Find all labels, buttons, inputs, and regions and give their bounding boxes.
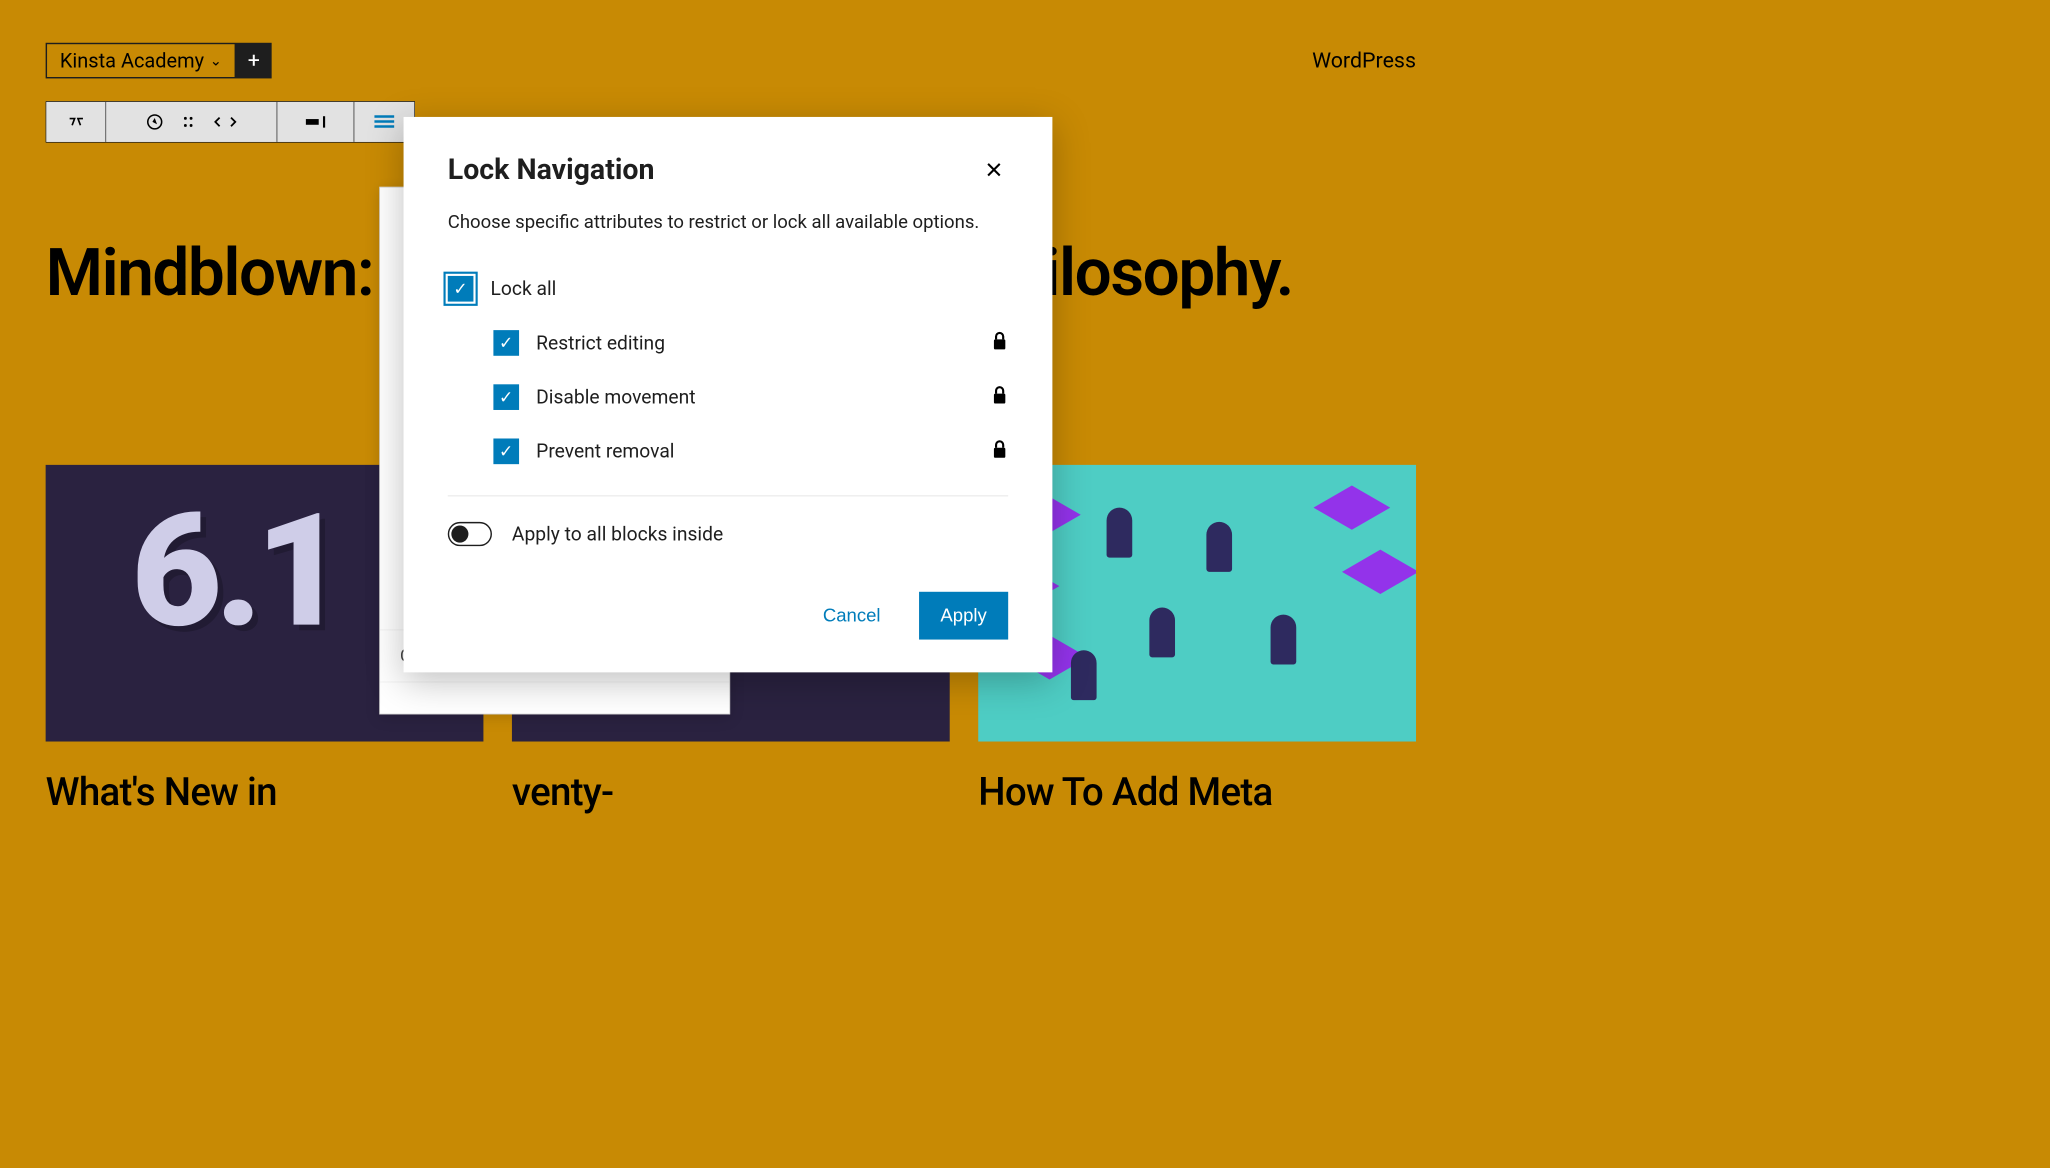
prevent-removal-checkbox[interactable]: ✓ xyxy=(493,438,519,464)
lock-all-label: Lock all xyxy=(491,277,557,300)
apply-inside-label: Apply to all blocks inside xyxy=(512,523,723,546)
toggle-knob xyxy=(451,525,468,542)
lock-options: ✓ Lock all ✓ Restrict editing ✓ Disa xyxy=(448,262,1008,479)
disable-movement-label: Disable movement xyxy=(536,386,695,409)
lock-all-checkbox[interactable]: ✓ xyxy=(448,276,474,302)
lock-modal: Lock Navigation Choose specific attribut… xyxy=(404,117,1053,672)
lock-icon xyxy=(991,439,1008,464)
apply-button[interactable]: Apply xyxy=(919,592,1008,640)
modal-title: Lock Navigation xyxy=(448,153,655,187)
close-icon xyxy=(984,159,1004,179)
modal-description: Choose specific attributes to restrict o… xyxy=(448,212,1008,233)
apply-inside-toggle[interactable] xyxy=(448,522,492,546)
prevent-removal-label: Prevent removal xyxy=(536,440,674,463)
lock-icon xyxy=(991,385,1008,410)
divider xyxy=(448,496,1008,497)
disable-movement-checkbox[interactable]: ✓ xyxy=(493,384,519,410)
close-button[interactable] xyxy=(980,155,1009,184)
restrict-editing-checkbox[interactable]: ✓ xyxy=(493,330,519,356)
modal-backdrop: Lock Navigation Choose specific attribut… xyxy=(0,0,1462,833)
lock-icon xyxy=(991,330,1008,355)
cancel-button[interactable]: Cancel xyxy=(801,592,901,640)
restrict-editing-label: Restrict editing xyxy=(536,332,665,355)
